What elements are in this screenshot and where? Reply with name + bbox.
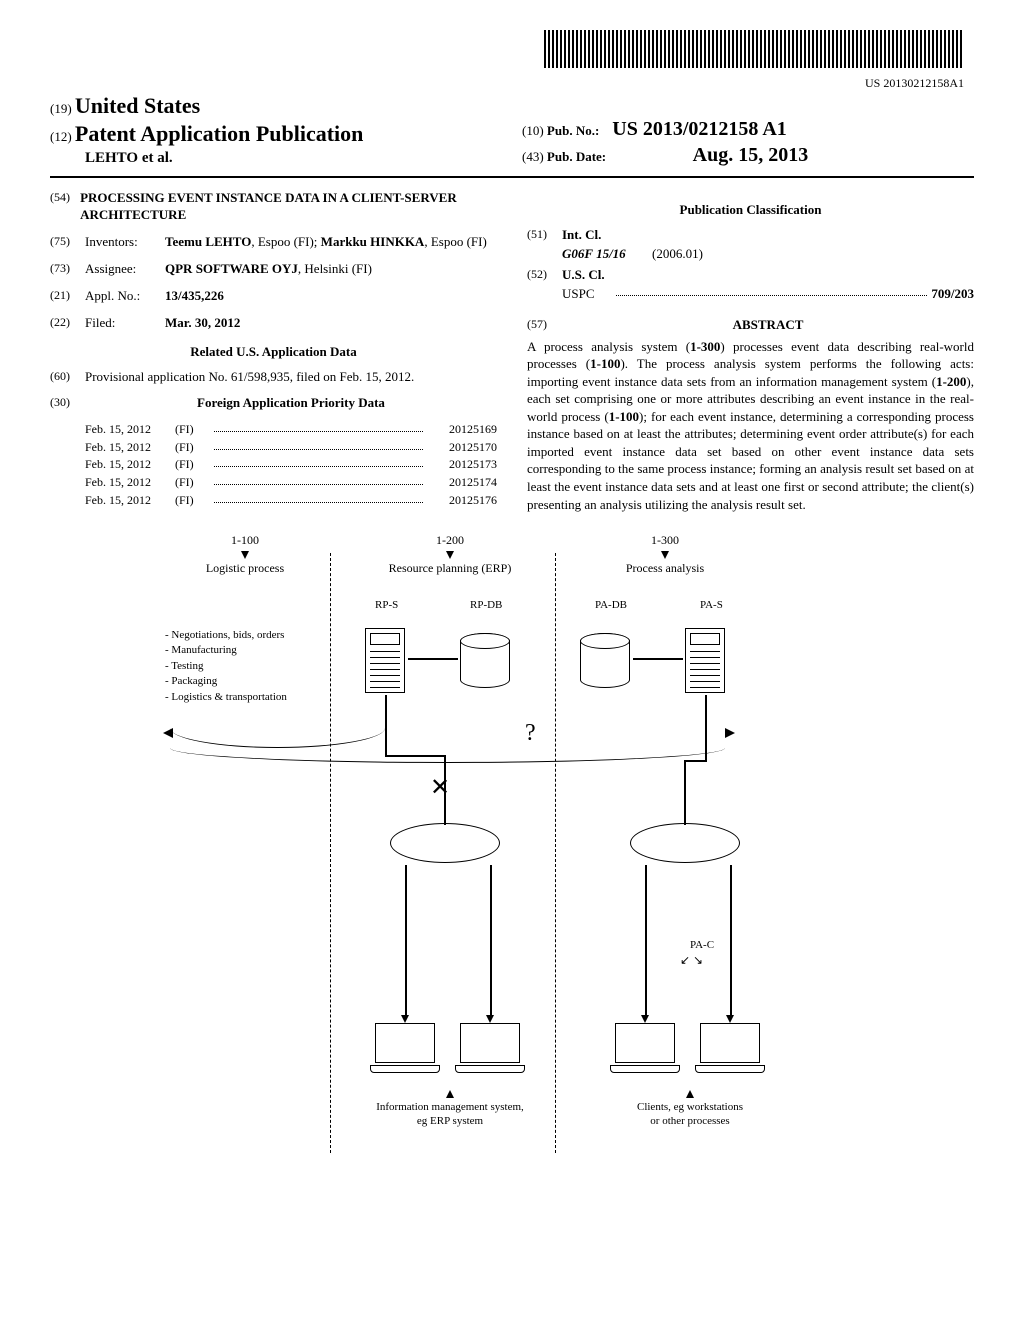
pub-date-code: (43) bbox=[522, 149, 544, 164]
priority-num: 20125173 bbox=[427, 457, 497, 473]
publication-title: Patent Application Publication bbox=[75, 121, 363, 146]
uscl-code: (52) bbox=[527, 267, 562, 284]
priority-country: (FI) bbox=[175, 475, 210, 491]
fig-ref-1: 1-100 bbox=[231, 533, 259, 547]
priority-num: 20125174 bbox=[427, 475, 497, 491]
pub-date-label: Pub. Date: bbox=[547, 149, 606, 164]
priority-row: Feb. 15, 2012 (FI) 20125169 bbox=[85, 422, 497, 438]
fig-label-pac: PA-C bbox=[690, 938, 714, 952]
priority-country: (FI) bbox=[175, 422, 210, 438]
fig-process-list: - Negotiations, bids, orders - Manufactu… bbox=[165, 628, 287, 705]
fig-x-icon: ✕ bbox=[430, 773, 450, 804]
priority-table: Feb. 15, 2012 (FI) 20125169 Feb. 15, 201… bbox=[85, 422, 497, 508]
database-icon bbox=[460, 633, 510, 688]
country-code: (19) bbox=[50, 101, 72, 116]
pub-no-code: (10) bbox=[522, 123, 544, 138]
list-item: - Testing bbox=[165, 659, 287, 674]
fig-bottom-right: Clients, eg workstations or other proces… bbox=[637, 1101, 743, 1127]
uspc-label: USPC bbox=[562, 286, 612, 303]
country: United States bbox=[75, 93, 200, 118]
priority-date: Feb. 15, 2012 bbox=[85, 440, 175, 456]
list-item: - Logistics & transportation bbox=[165, 690, 287, 705]
foreign-heading: Foreign Application Priority Data bbox=[85, 395, 497, 412]
fig-label-padb: PA-DB bbox=[595, 598, 627, 612]
classification-heading: Publication Classification bbox=[527, 202, 974, 219]
filed-code: (22) bbox=[50, 315, 85, 332]
appl-code: (21) bbox=[50, 288, 85, 305]
inventors-code: (75) bbox=[50, 234, 85, 251]
appl-value: 13/435,226 bbox=[165, 288, 497, 305]
cloud-icon bbox=[390, 823, 500, 863]
monitor-icon bbox=[610, 1023, 680, 1078]
inventors-label: Inventors: bbox=[85, 234, 165, 251]
priority-date: Feb. 15, 2012 bbox=[85, 493, 175, 509]
server-icon bbox=[685, 628, 725, 693]
fig-label-rps: RP-S bbox=[375, 598, 398, 612]
assignee-label: Assignee: bbox=[85, 261, 165, 278]
assignee-value: QPR SOFTWARE OYJ, Helsinki (FI) bbox=[165, 261, 497, 278]
fig-title-2: Resource planning (ERP) bbox=[389, 561, 512, 575]
invention-title: PROCESSING EVENT INSTANCE DATA IN A CLIE… bbox=[80, 190, 497, 224]
uspc-value: 709/203 bbox=[931, 286, 974, 303]
provisional-text: Provisional application No. 61/598,935, … bbox=[85, 369, 497, 386]
abstract-code: (57) bbox=[527, 317, 562, 334]
priority-row: Feb. 15, 2012 (FI) 20125176 bbox=[85, 493, 497, 509]
title-code: (54) bbox=[50, 190, 80, 224]
inventors-value: Teemu LEHTO, Espoo (FI); Markku HINKKA, … bbox=[165, 234, 497, 251]
priority-row: Feb. 15, 2012 (FI) 20125174 bbox=[85, 475, 497, 491]
priority-date: Feb. 15, 2012 bbox=[85, 457, 175, 473]
pub-code: (12) bbox=[50, 129, 72, 144]
intcl-label: Int. Cl. bbox=[562, 227, 601, 244]
priority-country: (FI) bbox=[175, 493, 210, 509]
intcl-code: (51) bbox=[527, 227, 562, 244]
priority-country: (FI) bbox=[175, 457, 210, 473]
fig-bottom-left: Information management system, eg ERP sy… bbox=[376, 1101, 524, 1127]
appl-label: Appl. No.: bbox=[85, 288, 165, 305]
intcl-year: (2006.01) bbox=[652, 246, 732, 263]
filed-label: Filed: bbox=[85, 315, 165, 332]
priority-row: Feb. 15, 2012 (FI) 20125173 bbox=[85, 457, 497, 473]
list-item: - Packaging bbox=[165, 674, 287, 689]
fig-ref-2: 1-200 bbox=[436, 533, 464, 547]
monitor-icon bbox=[695, 1023, 765, 1078]
uscl-label: U.S. Cl. bbox=[562, 267, 605, 284]
list-item: - Manufacturing bbox=[165, 643, 287, 658]
pub-no-label: Pub. No.: bbox=[547, 123, 599, 138]
priority-country: (FI) bbox=[175, 440, 210, 456]
monitor-icon bbox=[455, 1023, 525, 1078]
related-heading: Related U.S. Application Data bbox=[50, 344, 497, 361]
foreign-code: (30) bbox=[50, 395, 85, 412]
provisional-code: (60) bbox=[50, 369, 85, 386]
server-icon bbox=[365, 628, 405, 693]
fig-label-pas: PA-S bbox=[700, 598, 723, 612]
fig-label-rpdb: RP-DB bbox=[470, 598, 502, 612]
figure: 1-100 Logistic process 1-200 Resource pl… bbox=[50, 533, 974, 1173]
monitor-icon bbox=[370, 1023, 440, 1078]
pub-date-value: Aug. 15, 2013 bbox=[693, 144, 809, 166]
database-icon bbox=[580, 633, 630, 688]
fig-title-1: Logistic process bbox=[206, 561, 284, 575]
priority-date: Feb. 15, 2012 bbox=[85, 422, 175, 438]
priority-date: Feb. 15, 2012 bbox=[85, 475, 175, 491]
priority-num: 20125169 bbox=[427, 422, 497, 438]
pub-no-value: US 2013/0212158 A1 bbox=[612, 118, 786, 140]
assignee-code: (73) bbox=[50, 261, 85, 278]
intcl-class: G06F 15/16 bbox=[562, 246, 652, 263]
cloud-icon bbox=[630, 823, 740, 863]
fig-ref-3: 1-300 bbox=[651, 533, 679, 547]
priority-num: 20125176 bbox=[427, 493, 497, 509]
abstract-text: A process analysis system (1-300) proces… bbox=[527, 338, 974, 513]
list-item: - Negotiations, bids, orders bbox=[165, 628, 287, 643]
barcode-area: US 20130212158A1 bbox=[50, 30, 974, 92]
biblio-section: (54) PROCESSING EVENT INSTANCE DATA IN A… bbox=[50, 190, 974, 513]
barcode bbox=[544, 30, 964, 68]
authors: LEHTO et al. bbox=[85, 149, 502, 169]
abstract-heading: ABSTRACT bbox=[562, 317, 974, 334]
barcode-number: US 20130212158A1 bbox=[50, 76, 964, 92]
header: (19) United States (12) Patent Applicati… bbox=[50, 92, 974, 179]
filed-value: Mar. 30, 2012 bbox=[165, 315, 497, 332]
priority-num: 20125170 bbox=[427, 440, 497, 456]
fig-title-3: Process analysis bbox=[626, 561, 704, 575]
priority-row: Feb. 15, 2012 (FI) 20125170 bbox=[85, 440, 497, 456]
